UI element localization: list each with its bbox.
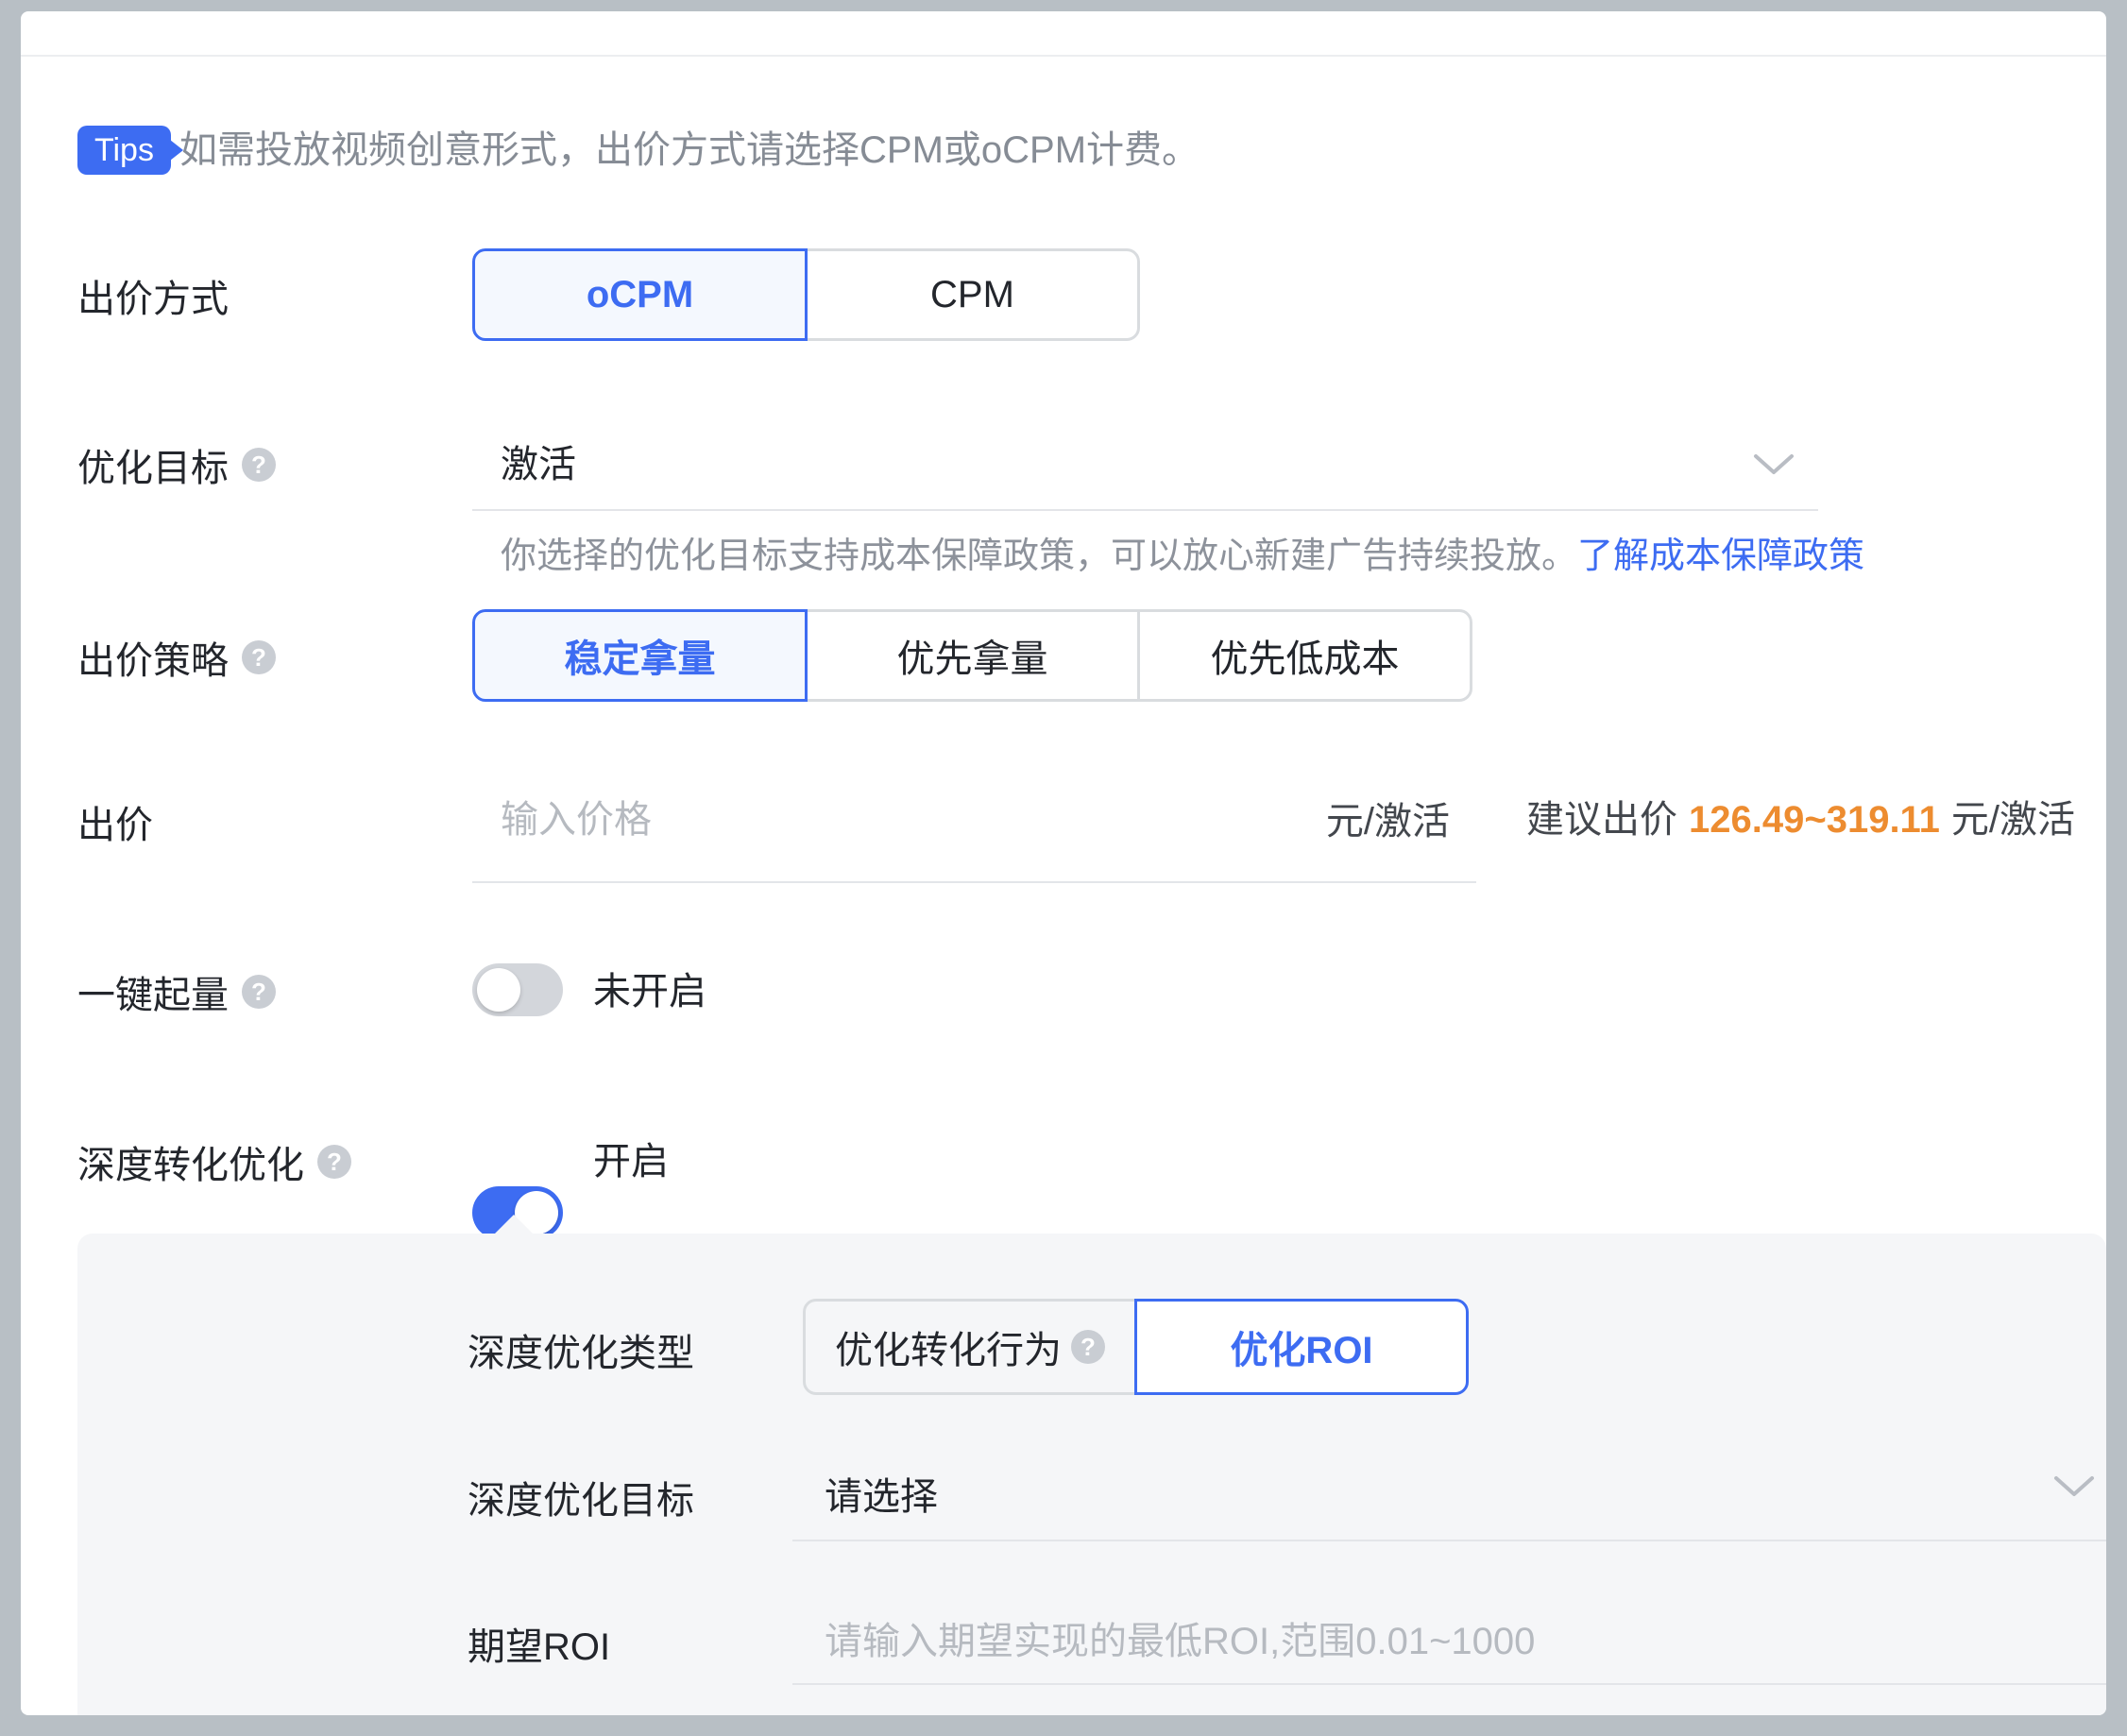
option-label: 优化ROI xyxy=(1230,1319,1372,1374)
chevron-down-icon xyxy=(2053,1474,2095,1499)
bid-unit: 元/激活 xyxy=(472,801,1450,842)
bid-method-label: 出价方式 xyxy=(77,275,229,316)
input-underline xyxy=(792,1683,2106,1685)
option-label: CPM xyxy=(930,274,1014,316)
bid-strategy-label-text: 出价策略 xyxy=(77,630,229,685)
suggested-bid-unit: 元/激活 xyxy=(1951,799,2075,841)
expected-roi-label-text: 期望ROI xyxy=(468,1616,610,1671)
help-icon[interactable] xyxy=(242,975,276,1009)
bid-strategy-option-stable[interactable]: 稳定拿量 xyxy=(472,609,808,702)
bid-strategy-segment: 稳定拿量 优先拿量 优先低成本 xyxy=(472,609,1472,702)
toggle-knob xyxy=(477,968,520,1012)
bid-settings-card: Tips 如需投放视频创意形式，出价方式请选择CPM或oCPM计费。 出价方式 … xyxy=(21,11,2106,1715)
optimization-goal-label: 优化目标 xyxy=(77,444,276,485)
bid-method-option-cpm[interactable]: CPM xyxy=(805,248,1140,341)
option-label: 稳定拿量 xyxy=(565,628,716,683)
help-icon[interactable] xyxy=(317,1145,351,1179)
help-icon[interactable] xyxy=(1071,1330,1105,1364)
quick-boost-state: 未开启 xyxy=(593,965,706,1018)
bid-strategy-option-volume-first[interactable]: 优先拿量 xyxy=(805,609,1140,702)
cost-guarantee-link[interactable]: 了解成本保障政策 xyxy=(1577,536,1864,576)
tips-text: 如需投放视频创意形式，出价方式请选择CPM或oCPM计费。 xyxy=(179,126,1200,175)
deep-goal-label-text: 深度优化目标 xyxy=(468,1470,694,1524)
bid-label: 出价 xyxy=(77,801,153,842)
deep-type-label-text: 深度优化类型 xyxy=(468,1322,694,1377)
deep-goal-label: 深度优化目标 xyxy=(468,1476,694,1518)
bid-strategy-option-low-cost[interactable]: 优先低成本 xyxy=(1137,609,1472,702)
help-icon[interactable] xyxy=(242,640,276,674)
option-label: 优化转化行为 xyxy=(835,1319,1062,1374)
optimization-goal-helper: 你选择的优化目标支持成本保障政策，可以放心新建广告持续投放。了解成本保障政策 xyxy=(501,536,1864,577)
bid-method-option-ocpm[interactable]: oCPM xyxy=(472,248,808,341)
option-label: 优先低成本 xyxy=(1211,628,1400,683)
helper-text: 你选择的优化目标支持成本保障政策，可以放心新建广告持续投放。 xyxy=(501,536,1577,576)
select-underline xyxy=(792,1540,2106,1541)
optimization-goal-label-text: 优化目标 xyxy=(77,437,229,492)
deep-type-option-roi[interactable]: 优化ROI xyxy=(1134,1299,1469,1395)
deep-conversion-state: 开启 xyxy=(593,1135,669,1188)
quick-boost-label-text: 一键起量 xyxy=(77,964,229,1019)
suggested-bid-range: 126.49~319.11 xyxy=(1689,799,1940,841)
quick-boost-label: 一键起量 xyxy=(77,971,276,1013)
deep-conversion-label: 深度转化优化 xyxy=(77,1141,351,1183)
suggested-bid-prefix: 建议出价 xyxy=(1526,799,1677,841)
expected-roi-label: 期望ROI xyxy=(468,1623,610,1664)
deep-conversion-label-text: 深度转化优化 xyxy=(77,1134,304,1189)
suggested-bid: 建议出价 126.49~319.11 元/激活 xyxy=(1526,797,2075,842)
chevron-down-icon xyxy=(1753,452,1795,477)
bid-method-label-text: 出价方式 xyxy=(77,268,229,323)
tips-badge: Tips xyxy=(77,126,171,175)
deep-type-segment: 优化转化行为 优化ROI xyxy=(803,1299,1469,1395)
option-label: 优先拿量 xyxy=(897,628,1048,683)
bid-label-text: 出价 xyxy=(77,794,153,849)
bid-method-segment: oCPM CPM xyxy=(472,248,1140,341)
deep-type-option-behavior[interactable]: 优化转化行为 xyxy=(803,1299,1137,1395)
bid-strategy-label: 出价策略 xyxy=(77,637,276,678)
top-divider xyxy=(21,55,2106,57)
option-label: oCPM xyxy=(587,274,693,316)
expected-roi-input[interactable] xyxy=(825,1617,2052,1666)
deep-type-label: 深度优化类型 xyxy=(468,1329,694,1370)
help-icon[interactable] xyxy=(242,448,276,482)
select-underline xyxy=(472,509,1818,511)
input-underline xyxy=(472,881,1476,883)
panel-notch xyxy=(495,1215,533,1234)
deep-goal-select[interactable]: 请选择 xyxy=(825,1476,938,1518)
tips-badge-label: Tips xyxy=(94,132,154,169)
optimization-goal-select[interactable]: 激活 xyxy=(501,444,576,485)
quick-boost-toggle[interactable] xyxy=(472,963,563,1016)
